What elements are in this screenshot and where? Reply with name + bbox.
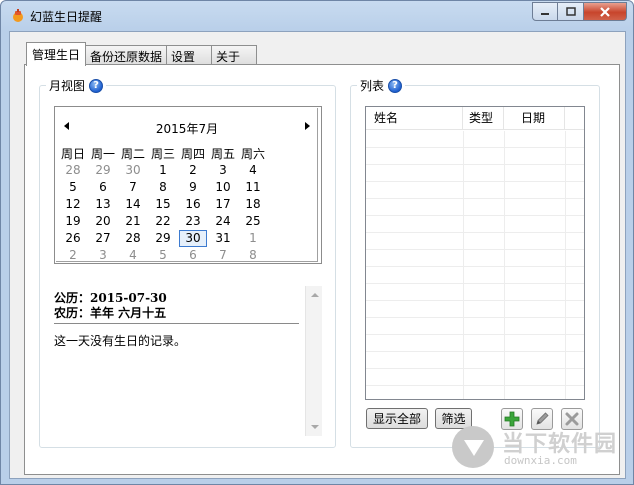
app-logo-icon bbox=[13, 9, 23, 22]
calendar-day[interactable]: 24 bbox=[208, 213, 238, 230]
calendar-day[interactable]: 27 bbox=[88, 230, 118, 247]
client-area: 管理生日 备份还原数据 设置 关于 月视图 ? 2015年7月 周日 周一 周二… bbox=[9, 31, 626, 479]
next-month-icon[interactable] bbox=[305, 122, 310, 130]
vertical-scrollbar[interactable] bbox=[305, 286, 322, 436]
grid-line bbox=[565, 131, 566, 399]
weekday-header: 周日 周一 周二 周三 周四 周五 周六 bbox=[58, 145, 268, 162]
help-icon[interactable]: ? bbox=[388, 78, 403, 93]
calendar-day[interactable]: 26 bbox=[58, 230, 88, 247]
calendar-day[interactable]: 4 bbox=[118, 247, 148, 264]
calendar-day[interactable]: 2 bbox=[178, 162, 208, 179]
minimize-button[interactable] bbox=[532, 2, 558, 21]
calendar-day[interactable]: 7 bbox=[208, 247, 238, 264]
close-icon bbox=[600, 6, 610, 17]
calendar-day[interactable]: 1 bbox=[238, 230, 268, 247]
app-window: 幻蓝生日提醒 管理生日 备份还原数据 设置 关于 月视图 ? 2015年7月 周… bbox=[0, 0, 634, 485]
calendar-day[interactable]: 16 bbox=[178, 196, 208, 213]
calendar-day[interactable]: 10 bbox=[208, 179, 238, 196]
maximize-icon bbox=[565, 7, 576, 16]
column-header-name[interactable]: 姓名 bbox=[366, 107, 463, 130]
site-watermark: 当下软件园 downxia.com bbox=[452, 422, 628, 480]
month-calendar[interactable]: 2015年7月 周日 周一 周二 周三 周四 周五 周六 28 29 30 1 … bbox=[54, 106, 322, 264]
close-button[interactable] bbox=[584, 2, 627, 21]
weekday-label: 周三 bbox=[150, 147, 175, 161]
tab-about[interactable]: 关于 bbox=[211, 45, 258, 66]
calendar-day[interactable]: 30 bbox=[118, 162, 148, 179]
month-view-title: 月视图 bbox=[49, 79, 86, 93]
tab-strip: 管理生日 备份还原数据 设置 关于 bbox=[26, 42, 258, 66]
calendar-day[interactable]: 20 bbox=[88, 213, 118, 230]
help-icon[interactable]: ? bbox=[89, 78, 104, 93]
calendar-day[interactable]: 8 bbox=[148, 179, 178, 196]
weekday-label: 周六 bbox=[240, 147, 265, 161]
calendar-day[interactable]: 1 bbox=[148, 162, 178, 179]
calendar-day[interactable]: 31 bbox=[208, 230, 238, 247]
calendar-day[interactable]: 28 bbox=[58, 162, 88, 179]
watermark-url: downxia.com bbox=[504, 454, 577, 467]
calendar-day[interactable]: 13 bbox=[88, 196, 118, 213]
maximize-button[interactable] bbox=[558, 2, 584, 21]
calendar-day[interactable]: 28 bbox=[118, 230, 148, 247]
calendar-day[interactable]: 9 bbox=[178, 179, 208, 196]
calendar-day[interactable]: 6 bbox=[88, 179, 118, 196]
tab-manage-birthdays[interactable]: 管理生日 bbox=[26, 42, 87, 66]
scroll-down-icon[interactable] bbox=[311, 425, 319, 429]
calendar-days: 28 29 30 1 2 3 4 5 6 7 8 9 10 11 12 13 1… bbox=[58, 162, 268, 264]
month-view-group: 月视图 ? 2015年7月 周日 周一 周二 周三 周四 周五 周六 28 29… bbox=[39, 77, 336, 448]
divider bbox=[54, 323, 299, 324]
birthday-list[interactable]: 姓名 类型 日期 bbox=[365, 106, 585, 400]
list-header: 姓名 类型 日期 bbox=[366, 107, 584, 130]
tab-settings[interactable]: 设置 bbox=[166, 45, 213, 66]
weekday-label: 周日 bbox=[60, 147, 85, 161]
calendar-day[interactable]: 23 bbox=[178, 213, 208, 230]
title-bar[interactable]: 幻蓝生日提醒 bbox=[1, 1, 633, 31]
weekday-label: 周二 bbox=[120, 147, 145, 161]
weekday-label: 周一 bbox=[90, 147, 115, 161]
calendar-day[interactable]: 3 bbox=[88, 247, 118, 264]
calendar-day[interactable]: 4 bbox=[238, 162, 268, 179]
column-header-date[interactable]: 日期 bbox=[504, 107, 565, 130]
show-all-button[interactable]: 显示全部 bbox=[366, 408, 428, 429]
weekday-label: 周四 bbox=[180, 147, 205, 161]
list-group: 列表 ? 姓名 类型 日期 显示全部 筛选 bbox=[350, 77, 600, 448]
calendar-day[interactable]: 15 bbox=[148, 196, 178, 213]
tab-backup-restore[interactable]: 备份还原数据 bbox=[85, 45, 168, 66]
weekday-label: 周五 bbox=[210, 147, 235, 161]
day-info-pane[interactable]: 公历：2015-07-30 农历：羊年 六月十五 这一天没有生日的记录。 bbox=[54, 286, 322, 436]
calendar-day[interactable]: 18 bbox=[238, 196, 268, 213]
minimize-icon bbox=[541, 12, 549, 15]
calendar-day[interactable]: 17 bbox=[208, 196, 238, 213]
window-title: 幻蓝生日提醒 bbox=[30, 10, 103, 24]
calendar-day[interactable]: 6 bbox=[178, 247, 208, 264]
calendar-day[interactable]: 22 bbox=[148, 213, 178, 230]
list-rows bbox=[366, 131, 584, 399]
calendar-day[interactable]: 3 bbox=[208, 162, 238, 179]
calendar-day[interactable]: 29 bbox=[148, 230, 178, 247]
calendar-day[interactable]: 7 bbox=[118, 179, 148, 196]
calendar-day[interactable]: 14 bbox=[118, 196, 148, 213]
lunar-date: 农历：羊年 六月十五 bbox=[54, 306, 167, 320]
calendar-day[interactable]: 12 bbox=[58, 196, 88, 213]
grid-line bbox=[504, 131, 505, 399]
list-title: 列表 bbox=[360, 79, 385, 93]
calendar-day[interactable]: 25 bbox=[238, 213, 268, 230]
calendar-day[interactable]: 8 bbox=[238, 247, 268, 264]
calendar-day-selected[interactable]: 30 bbox=[179, 230, 207, 247]
calendar-month-label[interactable]: 2015年7月 bbox=[56, 120, 318, 137]
calendar-day[interactable]: 19 bbox=[58, 213, 88, 230]
tab-panel: 月视图 ? 2015年7月 周日 周一 周二 周三 周四 周五 周六 28 29… bbox=[24, 64, 620, 475]
download-arrow-icon bbox=[452, 426, 494, 468]
calendar-day[interactable]: 5 bbox=[148, 247, 178, 264]
calendar-day[interactable]: 2 bbox=[58, 247, 88, 264]
day-note: 这一天没有生日的记录。 bbox=[54, 334, 187, 348]
calendar-day[interactable]: 21 bbox=[118, 213, 148, 230]
grid-line bbox=[463, 131, 464, 399]
scroll-up-icon[interactable] bbox=[311, 293, 319, 297]
calendar-day[interactable]: 5 bbox=[58, 179, 88, 196]
calendar-day[interactable]: 29 bbox=[88, 162, 118, 179]
calendar-day[interactable]: 11 bbox=[238, 179, 268, 196]
column-header-type[interactable]: 类型 bbox=[463, 107, 504, 130]
